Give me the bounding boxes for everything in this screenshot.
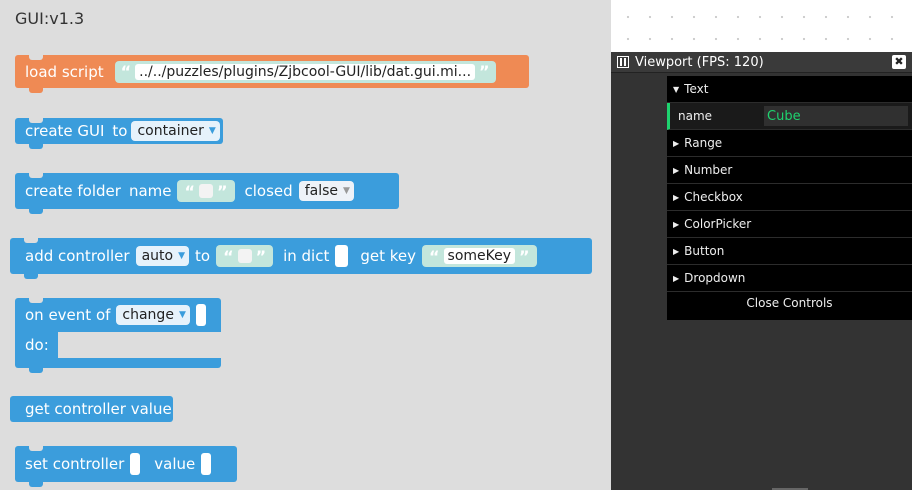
viewport-title: Viewport (FPS: 120): [635, 54, 764, 70]
close-controls-button[interactable]: Close Controls: [667, 292, 912, 314]
add-controller-block[interactable]: add controller auto ▼ to “ ” in dict get …: [10, 238, 592, 279]
key-string[interactable]: “ someKey ”: [422, 245, 537, 267]
add-controller-label: add controller: [25, 247, 130, 265]
chevron-down-icon: ▼: [208, 126, 216, 136]
text-controller-row[interactable]: name Cube: [667, 103, 912, 130]
load-script-block[interactable]: load script “ ../../puzzles/plugins/Zjbc…: [15, 55, 529, 93]
workspace-title: GUI:v1.3: [15, 9, 85, 28]
create-gui-block[interactable]: create GUI to container ▼: [15, 118, 223, 149]
triangle-right-icon: ▶: [673, 246, 680, 256]
on-event-block[interactable]: on event of change ▼ do:: [15, 298, 221, 373]
triangle-right-icon: ▶: [673, 138, 680, 148]
closed-dropdown[interactable]: false ▼: [298, 181, 354, 201]
set-controller-value-label: value: [154, 455, 196, 473]
dict-input-slot[interactable]: [335, 245, 349, 267]
on-event-do-label: do:: [25, 336, 49, 354]
text-controller-input[interactable]: Cube: [764, 106, 908, 126]
do-statement-slot[interactable]: [58, 332, 221, 358]
controller-type-dropdown[interactable]: auto ▼: [135, 246, 189, 266]
triangle-right-icon: ▶: [673, 165, 680, 175]
load-script-label: load script: [25, 62, 104, 81]
workspace-grid-area: [611, 0, 912, 52]
close-icon[interactable]: ✖: [892, 55, 906, 69]
script-path-string[interactable]: “ ../../puzzles/plugins/Zjbcool-GUI/lib/…: [114, 60, 496, 83]
create-gui-to-label: to: [112, 122, 128, 140]
triangle-right-icon: ▶: [673, 219, 680, 229]
pause-icon[interactable]: [617, 56, 629, 68]
event-dropdown[interactable]: change ▼: [116, 305, 190, 325]
set-controller-slot[interactable]: [130, 453, 141, 475]
set-controller-block[interactable]: set controller value: [15, 446, 237, 487]
triangle-right-icon: ▶: [673, 192, 680, 202]
event-controller-slot[interactable]: [195, 304, 206, 326]
create-gui-label: create GUI: [25, 122, 105, 140]
add-controller-dict-label: in dict: [283, 247, 330, 265]
add-controller-to-label: to: [195, 247, 211, 265]
create-folder-block[interactable]: create folder name “ ” closed false ▼: [15, 173, 399, 214]
folder-checkbox[interactable]: ▶ Checkbox: [667, 184, 912, 211]
dat-gui-panel[interactable]: ▼ Text name Cube ▶ Range ▶ Number ▶ Chec…: [667, 76, 912, 320]
create-folder-name-label: name: [128, 182, 172, 200]
folder-number[interactable]: ▶ Number: [667, 157, 912, 184]
on-event-label: on event of: [25, 306, 111, 324]
triangle-down-icon: ▼: [673, 84, 680, 94]
get-controller-value-block[interactable]: get controller value: [10, 396, 173, 422]
folder-colorpicker[interactable]: ▶ ColorPicker: [667, 211, 912, 238]
folder-dropdown[interactable]: ▶ Dropdown: [667, 265, 912, 292]
create-folder-label: create folder: [25, 182, 121, 200]
set-controller-label: set controller: [25, 455, 125, 473]
folder-name-input[interactable]: [199, 184, 213, 198]
create-folder-closed-label: closed: [244, 182, 293, 200]
chevron-down-icon: ▼: [178, 251, 185, 261]
folder-text[interactable]: ▼ Text: [667, 76, 912, 103]
key-value[interactable]: someKey: [443, 248, 516, 264]
container-dropdown[interactable]: container ▼: [131, 121, 220, 141]
folder-name-string[interactable]: “ ”: [177, 180, 235, 202]
add-controller-key-label: get key: [360, 247, 417, 265]
get-controller-value-label: get controller value: [25, 400, 172, 418]
controller-folder-string[interactable]: “ ”: [216, 245, 274, 267]
chevron-down-icon: ▼: [178, 310, 186, 320]
triangle-right-icon: ▶: [673, 273, 680, 283]
viewport-header: Viewport (FPS: 120) ✖: [611, 52, 912, 73]
folder-button[interactable]: ▶ Button: [667, 238, 912, 265]
script-path-value[interactable]: ../../puzzles/plugins/Zjbcool-GUI/lib/da…: [135, 63, 476, 80]
folder-range[interactable]: ▶ Range: [667, 130, 912, 157]
chevron-down-icon: ▼: [343, 186, 350, 196]
text-controller-label: name: [678, 109, 713, 123]
set-value-slot[interactable]: [201, 453, 212, 475]
controller-folder-input[interactable]: [237, 249, 252, 263]
